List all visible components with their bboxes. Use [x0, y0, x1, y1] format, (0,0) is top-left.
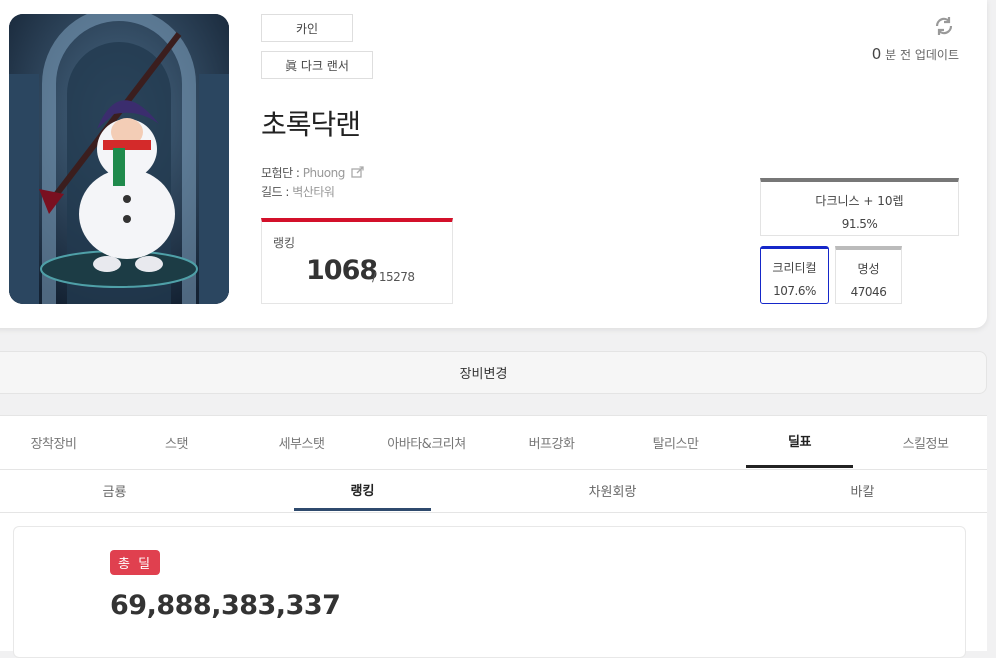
- critical-label: 크리티컬: [772, 261, 817, 275]
- adventure-link[interactable]: Phuong: [303, 166, 346, 180]
- tab-damage-table[interactable]: 딜표: [746, 416, 853, 468]
- refresh-icon[interactable]: [932, 14, 956, 38]
- total-damage-value: 69,888,383,337: [110, 590, 341, 621]
- subtab-ranking[interactable]: 랭킹: [294, 470, 431, 511]
- tab-stats[interactable]: 스탯: [123, 416, 230, 468]
- server-tag: 카인: [261, 14, 353, 42]
- job-tag: 眞 다크 랜서: [261, 51, 373, 79]
- fame-stat: 명성 47046: [835, 246, 902, 304]
- tab-avatar-creature[interactable]: 아바타&크리쳐: [373, 416, 480, 468]
- tab-detail-stats[interactable]: 세부스탯: [248, 416, 355, 468]
- guild-name: 벽산타워: [292, 185, 335, 199]
- character-profile-card: 카인 眞 다크 랜서 초록닥랜 모험단 : Phuong 길드 : 벽산타워 0…: [0, 0, 987, 328]
- critical-value: 107.6%: [773, 284, 816, 298]
- adventure-row: 모험단 : Phuong: [261, 164, 365, 181]
- update-count: 0: [871, 45, 882, 63]
- tab-equipment[interactable]: 장착장비: [0, 416, 107, 468]
- guild-label: 길드 :: [261, 185, 293, 199]
- sub-tab-bar: 금룡 랭킹 차원회랑 바칼: [0, 470, 987, 513]
- adventure-label: 모험단 :: [261, 166, 303, 180]
- darkness-label: 다크니스 + 10렙: [815, 194, 904, 208]
- character-avatar: [9, 14, 229, 304]
- total-damage-badge: 총 딜: [110, 550, 161, 575]
- ranking-total: / 15278: [372, 270, 415, 284]
- tab-skill-info[interactable]: 스킬정보: [872, 416, 979, 468]
- subtab-gold-dragon[interactable]: 금룡: [46, 470, 183, 511]
- darkness-stat: 다크니스 + 10렙 91.5%: [760, 178, 959, 236]
- ranking-label: 랭킹: [273, 236, 296, 250]
- character-name: 초록닥랜: [261, 108, 361, 141]
- main-tab-bar: 장착장비 스탯 세부스탯 아바타&크리쳐 버프강화 탈리스만 딜표 스킬정보: [0, 416, 987, 470]
- darkness-value: 91.5%: [841, 217, 878, 231]
- fame-label: 명성: [857, 262, 880, 276]
- update-suffix: 분 전 업데이트: [881, 48, 959, 62]
- external-link-icon[interactable]: [351, 166, 365, 181]
- subtab-dimension-corridor[interactable]: 차원회랑: [544, 470, 681, 511]
- tab-buff-enhance[interactable]: 버프강화: [498, 416, 605, 468]
- subtab-bakal[interactable]: 바칼: [794, 470, 931, 511]
- ranking-box: 랭킹 1068 / 15278: [261, 218, 453, 304]
- last-update: 0 분 전 업데이트: [872, 45, 959, 63]
- detail-panel: 장착장비 스탯 세부스탯 아바타&크리쳐 버프강화 탈리스만 딜표 스킬정보 금…: [0, 415, 987, 658]
- tab-talisman[interactable]: 탈리스만: [622, 416, 729, 468]
- ranking-number: 1068: [306, 255, 378, 286]
- guild-row: 길드 : 벽산타워: [261, 183, 335, 200]
- critical-stat: 크리티컬 107.6%: [760, 246, 829, 304]
- equip-change-button[interactable]: 장비변경: [0, 351, 987, 394]
- total-damage-card: 총 딜 69,888,383,337: [13, 526, 966, 658]
- fame-value: 47046: [850, 285, 887, 299]
